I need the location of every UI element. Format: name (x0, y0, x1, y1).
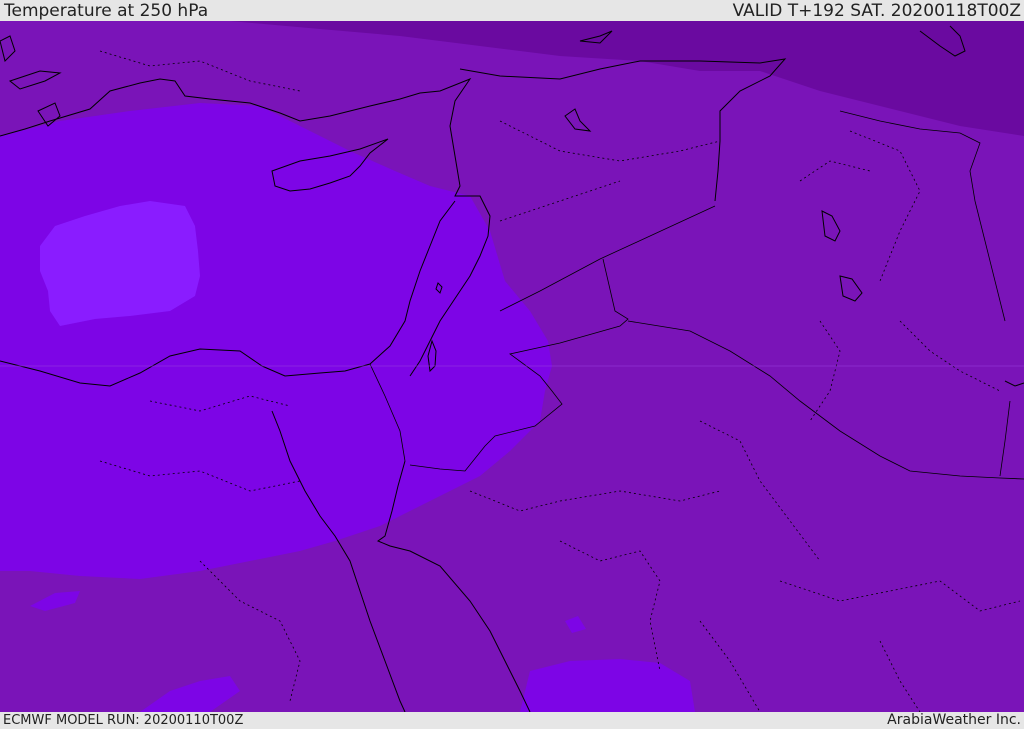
footer-bar: ECMWF MODEL RUN: 20200110T00Z ArabiaWeat… (0, 712, 1024, 729)
weather-map[interactable] (0, 21, 1024, 712)
map-title: Temperature at 250 hPa (4, 1, 209, 21)
valid-time-label: VALID T+192 SAT. 20200118T00Z (732, 1, 1021, 21)
model-run-label: ECMWF MODEL RUN: 20200110T00Z (3, 713, 244, 728)
credit-label: ArabiaWeather Inc. (887, 712, 1021, 728)
map-canvas (0, 21, 1024, 712)
header-bar: Temperature at 250 hPa VALID T+192 SAT. … (0, 0, 1024, 21)
